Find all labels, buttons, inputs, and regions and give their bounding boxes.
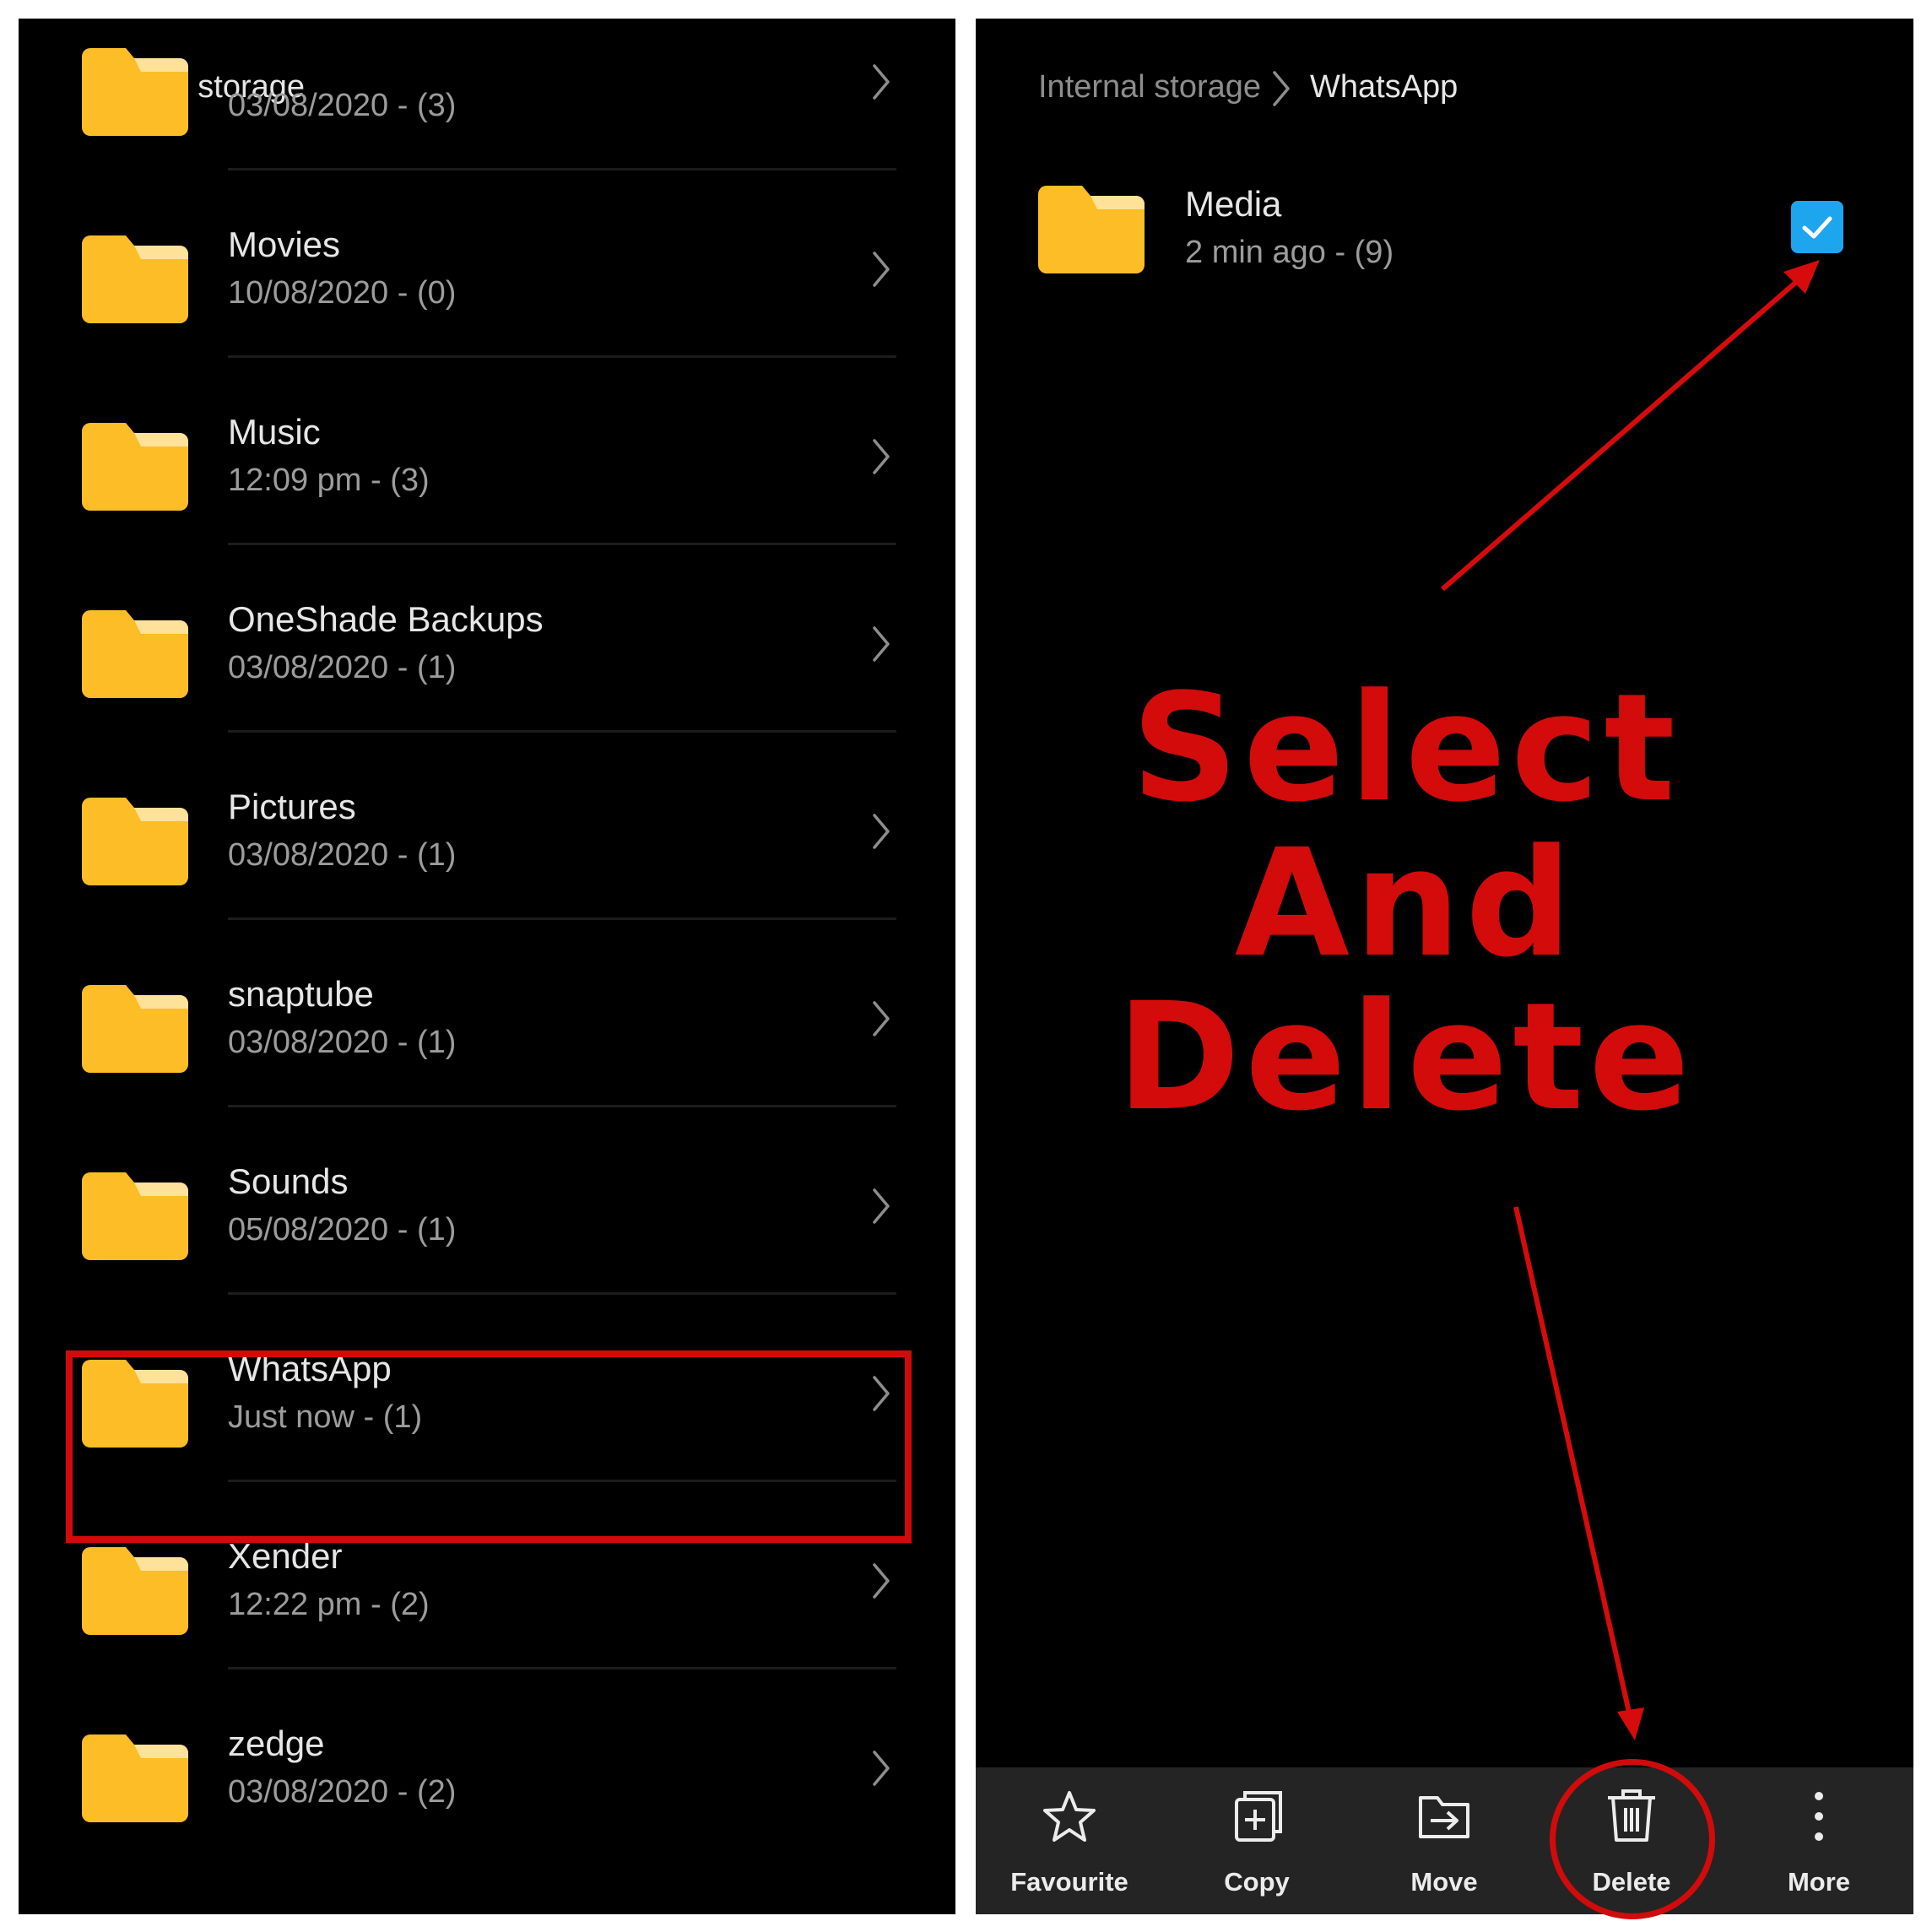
move-icon [1419,1796,1469,1838]
folder-icon [82,1734,188,1822]
folder-name: OneShade Backups [228,599,544,639]
copy-button[interactable]: Copy [1163,1767,1350,1914]
folder-row[interactable]: Movies 10/08/2020 - (0) [19,170,955,358]
chevron-right-icon [873,64,890,100]
breadcrumb-root[interactable]: Internal storage [1038,69,1261,106]
more-vertical-icon [1815,1792,1823,1841]
folder-row[interactable]: Music 12:09 pm - (3) [19,358,955,545]
chevron-right-icon [873,1001,890,1036]
folder-icon [1038,186,1145,273]
bottom-toolbar: Favourite Copy Move Delete More [976,1767,1913,1914]
folder-name: Sounds [228,1161,349,1201]
chevron-right-icon [873,1563,890,1599]
annotation-select: Select [1131,662,1680,835]
star-icon [1043,1791,1096,1842]
more-button[interactable]: More [1725,1767,1913,1914]
breadcrumb-current: WhatsApp [1310,69,1458,105]
left-screenshot-panel: Internal storage 03/08/2020 - (3) Movies 1… [19,19,955,1914]
chevron-right-icon [873,1751,890,1786]
folder-icon [82,610,188,698]
folder-icon [82,1172,188,1260]
folder-icon [82,1547,188,1635]
folder-row[interactable]: zedge 03/08/2020 - (2) [19,1670,955,1857]
folder-meta: 03/08/2020 - (3) [228,88,457,123]
annotation-delete: Delete [1117,971,1695,1144]
folder-icon [82,985,188,1073]
folder-name: zedge [228,1724,325,1763]
folder-row[interactable]: Pictures 03/08/2020 - (1) [19,733,955,920]
arrow-to-checkbox-head [1783,260,1820,294]
breadcrumb-chevron-icon [1273,71,1290,106]
folder-meta: 10/08/2020 - (0) [228,275,457,311]
chevron-right-icon [873,626,890,662]
more-label: More [1787,1867,1851,1897]
chevron-right-icon [873,252,890,287]
copy-label: Copy [1224,1867,1290,1897]
folder-name: snaptube [228,974,374,1014]
folder-meta: 12:22 pm - (2) [228,1587,430,1622]
favourite-label: Favourite [1010,1867,1128,1897]
folder-meta: 03/08/2020 - (2) [228,1774,457,1810]
folder-name: Movies [228,225,341,264]
arrow-to-delete-head [1617,1707,1644,1740]
folder-row[interactable]: Sounds 05/08/2020 - (1) [19,1107,955,1295]
media-folder-name: Media [1185,184,1282,224]
folder-row[interactable]: 03/08/2020 - (3) [19,0,955,170]
chevron-right-icon [873,1188,890,1224]
folder-icon [82,423,188,511]
arrow-to-delete [1513,1206,1634,1724]
folder-row[interactable]: OneShade Backups 03/08/2020 - (1) [19,545,955,733]
annotation-and: And [1234,817,1578,990]
right-screenshot-panel: Internal storage WhatsApp Media 2 min ag… [976,19,1913,1919]
folder-icon [82,235,188,323]
folder-meta: 03/08/2020 - (1) [228,650,457,685]
chevron-right-icon [873,439,890,474]
folder-meta: 12:09 pm - (3) [228,463,430,498]
move-button[interactable]: Move [1350,1767,1538,1914]
favourite-button[interactable]: Favourite [976,1767,1163,1914]
folder-icon [82,48,188,136]
whatsapp-highlight-box [66,1350,912,1543]
media-folder-meta: 2 min ago - (9) [1185,235,1394,270]
select-checkbox[interactable] [1791,201,1843,253]
copy-icon [1235,1791,1282,1842]
folder-row[interactable]: snaptube 03/08/2020 - (1) [19,920,955,1107]
folder-name: Pictures [228,787,356,826]
chevron-right-icon [873,814,890,849]
folder-name: Music [228,412,321,452]
arrow-to-checkbox [1441,269,1810,592]
folder-meta: 03/08/2020 - (1) [228,1025,457,1060]
check-icon [1802,216,1832,239]
folder-meta: 05/08/2020 - (1) [228,1212,457,1247]
folder-icon [82,798,188,885]
delete-highlight-circle [1550,1759,1715,1919]
move-label: Move [1410,1867,1478,1897]
folder-meta: 03/08/2020 - (1) [228,837,457,873]
